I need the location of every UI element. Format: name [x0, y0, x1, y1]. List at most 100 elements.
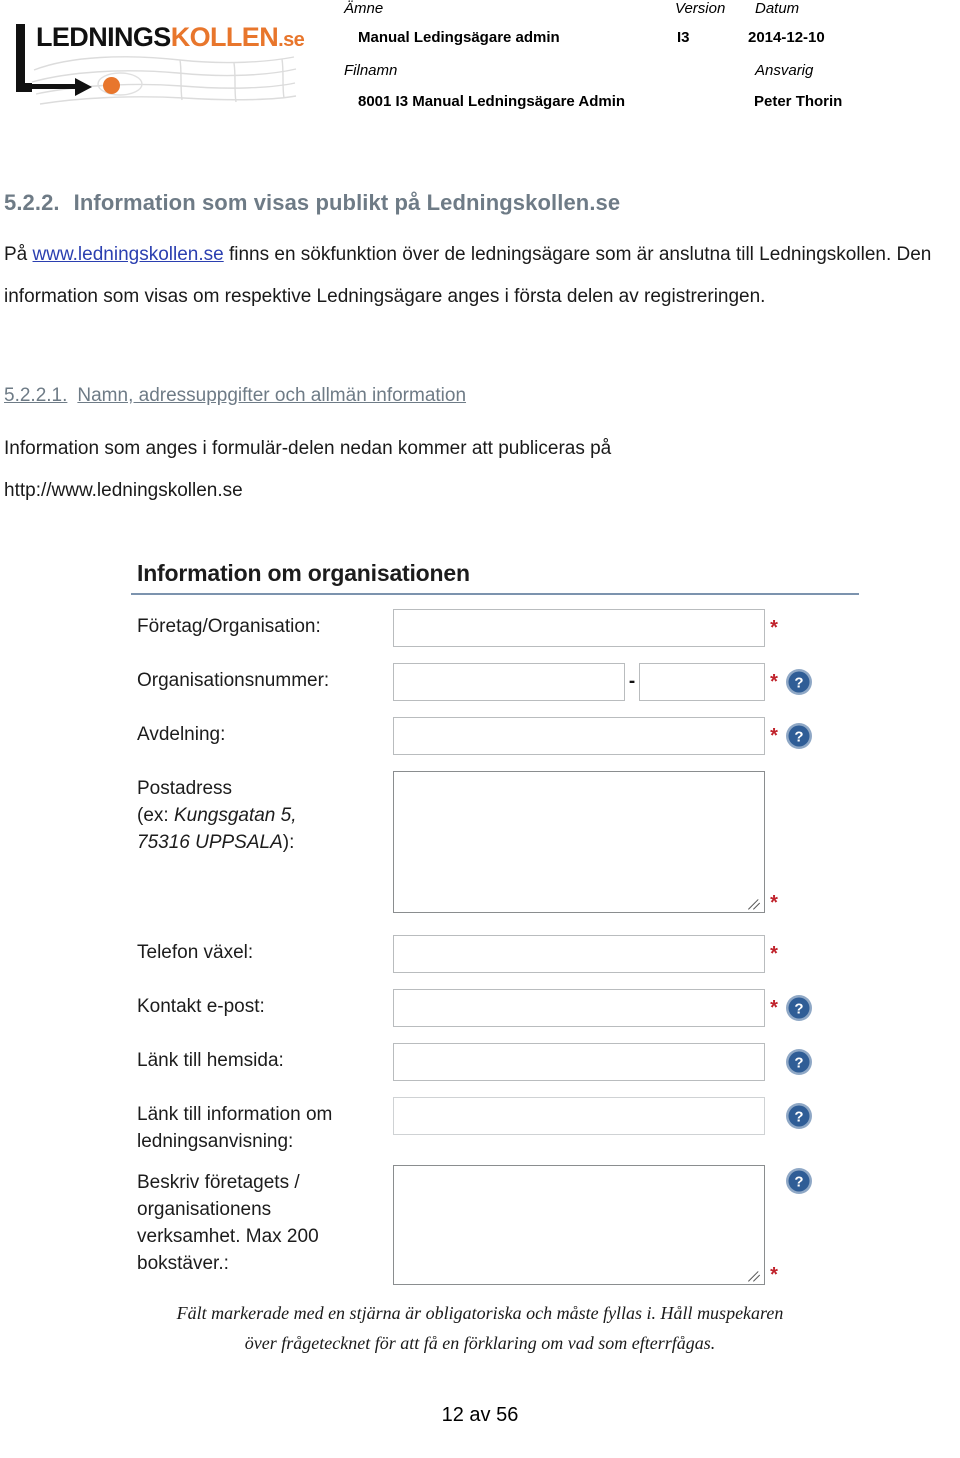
- field-control-ledningsanvisning: * ?: [393, 1097, 813, 1135]
- beskrivning-label-line4: bokstäver.:: [137, 1253, 229, 1274]
- required-asterisk: *: [770, 1264, 778, 1286]
- help-question-mark-icon[interactable]: ?: [785, 1102, 813, 1130]
- foretag-organisation-input[interactable]: [393, 609, 765, 647]
- postadress-textarea[interactable]: [393, 771, 765, 913]
- header-value-ansvarig: Peter Thorin: [754, 93, 843, 110]
- header-value-version: I3: [677, 29, 690, 46]
- ledningskollen-link[interactable]: www.ledningskollen.se: [33, 244, 224, 265]
- help-question-mark-icon[interactable]: ?: [785, 668, 813, 696]
- postadress-label-line2-prefix: (ex:: [137, 805, 174, 826]
- ledningsanvisning-label-line1: Länk till information om: [137, 1104, 333, 1125]
- postadress-label-line3-suffix: ):: [282, 832, 295, 853]
- form-footnote-line-1: Fält markerade med en stjärna är obligat…: [176, 1303, 784, 1323]
- svg-text:?: ?: [794, 1174, 803, 1191]
- section-heading: 5.2.2. Information som visas publikt på L…: [4, 190, 960, 216]
- organisationsnummer-input-part2[interactable]: [639, 663, 765, 701]
- field-label-ledningsanvisning: Länk till information om ledningsanvisni…: [131, 1097, 393, 1155]
- field-control-postadress: *: [393, 771, 813, 913]
- beskrivning-label-line1: Beskriv företagets /: [137, 1172, 300, 1193]
- logo-word-orange: KOLLEN: [170, 22, 279, 52]
- subsection-heading: 5.2.2.1. Namn, adressuppgifter och allmän…: [4, 385, 466, 407]
- required-asterisk: *: [770, 671, 778, 693]
- field-label-telefon: Telefon växel:: [137, 942, 254, 963]
- header-value-amne: Manual Ledingsägare admin: [358, 29, 560, 46]
- form-footnote: Fält markerade med en stjärna är obligat…: [0, 1298, 960, 1358]
- resize-grip-icon[interactable]: [748, 897, 761, 910]
- form-title: Information om organisationen: [137, 560, 470, 586]
- logo-word-suffix: .se: [278, 29, 305, 51]
- header-label-version: Version: [675, 0, 726, 17]
- subsection-paragraph: Information som anges i formulär-delen n…: [4, 438, 612, 501]
- field-control-epost: * ?: [393, 989, 813, 1027]
- field-label-organisationsnummer: Organisationsnummer:: [137, 670, 330, 691]
- logo-location-dot-icon: [103, 77, 120, 94]
- logo-word-black: LEDNINGS: [36, 22, 171, 52]
- organisationsnummer-input-part1[interactable]: [393, 663, 625, 701]
- postadress-label-line1: Postadress: [137, 778, 233, 799]
- header-label-ansvarig: Ansvarig: [755, 62, 814, 79]
- avdelning-input[interactable]: [393, 717, 765, 755]
- field-label-beskrivning: Beskriv företagets / organisationens ver…: [131, 1165, 393, 1277]
- ledningskollen-logo: LEDNINGSKOLLEN.se: [14, 22, 314, 118]
- header-label-amne: Ämne: [344, 0, 384, 17]
- form-row: Länk till information om ledningsanvisni…: [131, 1097, 871, 1155]
- svg-text:?: ?: [794, 1055, 803, 1072]
- help-question-mark-icon[interactable]: ?: [785, 994, 813, 1022]
- document-body: 5.2.2. Information som visas publikt på L…: [0, 190, 960, 501]
- help-question-mark-icon[interactable]: ?: [785, 1167, 813, 1195]
- logo-arrow-head-icon: [75, 78, 92, 96]
- help-question-mark-icon[interactable]: ?: [785, 722, 813, 750]
- beskrivning-label-line3: verksamhet. Max 200: [137, 1226, 319, 1247]
- section-title: Information som visas publikt på Ledning…: [73, 190, 621, 215]
- form-footnote-line-2: över frågetecknet för att få en förklari…: [244, 1333, 716, 1353]
- organisationsnummer-separator: -: [628, 671, 636, 692]
- field-label-avdelning: Avdelning:: [137, 724, 226, 745]
- svg-text:?: ?: [794, 675, 803, 692]
- required-asterisk: *: [770, 892, 778, 914]
- field-label-foretag: Företag/Organisation:: [137, 616, 321, 637]
- form-row: Avdelning: * ?: [131, 717, 871, 755]
- map-contour-lines-graphic: [31, 56, 297, 105]
- beskrivning-label-line2: organisationens: [137, 1199, 272, 1220]
- field-control-hemsida: * ?: [393, 1043, 813, 1081]
- svg-text:?: ?: [794, 729, 803, 746]
- required-asterisk: *: [770, 617, 778, 639]
- ledningsanvisning-label-line2: ledningsanvisning:: [137, 1131, 294, 1152]
- section-paragraph: På www.ledningskollen.se finns en sökfun…: [4, 234, 956, 318]
- page-number: 12 av 56: [441, 1404, 519, 1426]
- header-value-datum: 2014-12-10: [748, 29, 825, 46]
- lank-till-ledningsanvisning-input[interactable]: [393, 1097, 765, 1135]
- form-row: Organisationsnummer: - * ?: [131, 663, 871, 701]
- svg-text:?: ?: [794, 1109, 803, 1126]
- field-control-avdelning: * ?: [393, 717, 813, 755]
- kontakt-epost-input[interactable]: [393, 989, 765, 1027]
- field-control-organisationsnummer: - * ?: [393, 663, 813, 701]
- postadress-label-example-street: Kungsgatan 5,: [173, 805, 297, 826]
- form-row: Beskriv företagets / organisationens ver…: [131, 1165, 871, 1285]
- required-asterisk: *: [770, 943, 778, 965]
- beskrivning-textarea[interactable]: [393, 1165, 765, 1285]
- required-asterisk: *: [770, 725, 778, 747]
- subsection-heading-wrap: 5.2.2.1. Namn, adressuppgifter och allmän…: [0, 385, 466, 413]
- section-number: 5.2.2.: [4, 190, 60, 215]
- field-control-telefon: *: [393, 935, 813, 973]
- required-asterisk: *: [770, 997, 778, 1019]
- telefon-vaxel-input[interactable]: [393, 935, 765, 973]
- form-row: Postadress (ex: Kungsgatan 5, 75316 UPPS…: [131, 771, 871, 913]
- organisation-form-screenshot: Information om organisationen Företag/Or…: [131, 560, 871, 1301]
- lank-till-hemsida-input[interactable]: [393, 1043, 765, 1081]
- logo-wordmark: LEDNINGSKOLLEN.se: [36, 22, 305, 52]
- field-control-beskrivning: * ?: [393, 1165, 813, 1285]
- form-row: Kontakt e-post: * ?: [131, 989, 871, 1027]
- header-label-datum: Datum: [755, 0, 800, 17]
- help-question-mark-icon[interactable]: ?: [785, 1048, 813, 1076]
- svg-text:?: ?: [794, 1001, 803, 1018]
- document-header: LEDNINGSKOLLEN.se Ämne Version Datum Man…: [0, 0, 960, 128]
- field-label-epost: Kontakt e-post:: [137, 996, 265, 1017]
- logo-corner-bracket: [16, 24, 32, 92]
- postadress-label-example-city: 75316 UPPSALA: [137, 832, 283, 853]
- header-value-filnamn: 8001 I3 Manual Ledningsägare Admin: [358, 93, 626, 110]
- subsection-title: Namn, adressuppgifter och allmän informa…: [77, 385, 467, 406]
- resize-grip-icon[interactable]: [748, 1269, 761, 1282]
- form-row: Telefon växel: *: [131, 935, 871, 973]
